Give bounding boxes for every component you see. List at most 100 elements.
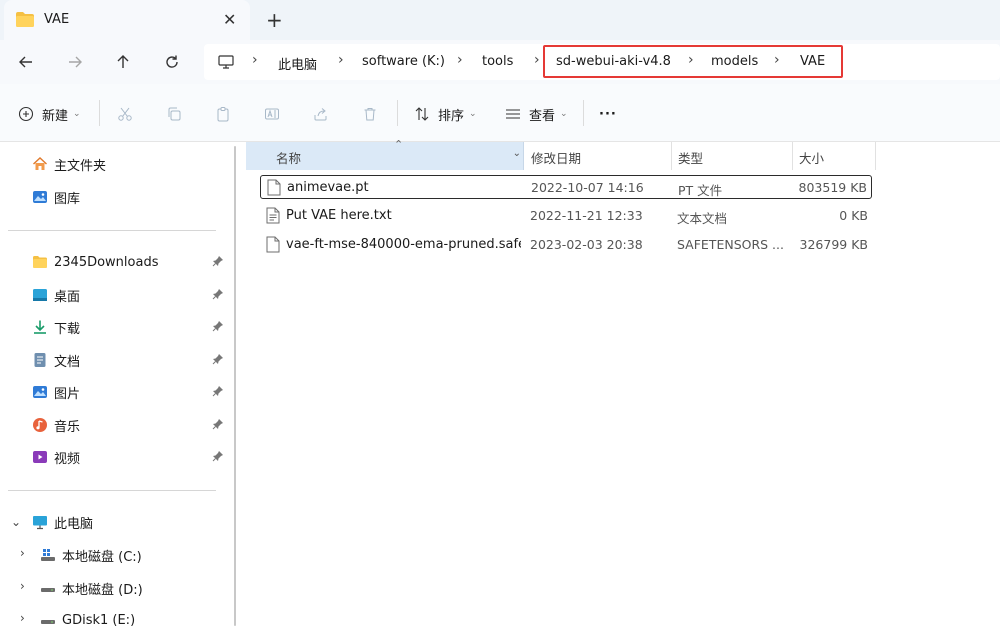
chevron-right-icon[interactable]: › <box>457 52 463 68</box>
scrollbar-thumb[interactable] <box>234 146 236 626</box>
sidebar-item-label: 文档 <box>54 354 81 370</box>
arrow-right-icon <box>69 56 82 68</box>
crumb-software-drive[interactable]: software (K:) <box>362 54 445 69</box>
sidebar-item-gallery[interactable]: 图库 <box>32 187 228 207</box>
text-file-icon <box>266 207 280 224</box>
column-header-modified[interactable]: 修改日期 <box>525 142 671 170</box>
address-row: › 此电脑 › software (K:) › tools › sd-webui… <box>0 40 1000 84</box>
home-icon <box>33 157 47 170</box>
sidebar-item-desktop[interactable]: 桌面 <box>32 285 228 305</box>
sort-button[interactable]: 排序 ⌄ <box>414 104 477 124</box>
share-icon <box>314 108 327 121</box>
pictures-icon <box>33 386 47 398</box>
copy-button[interactable] <box>166 104 182 124</box>
crumb-this-pc[interactable]: 此电脑 <box>278 54 317 73</box>
sidebar-item-label: 2345Downloads <box>54 254 159 270</box>
column-label: 修改日期 <box>531 151 582 166</box>
new-label: 新建 <box>42 108 69 124</box>
file-name: animevae.pt <box>287 180 369 195</box>
chevron-right-icon[interactable]: › <box>20 579 25 593</box>
chevron-right-icon[interactable]: › <box>252 52 258 68</box>
column-header-size[interactable]: 大小 <box>793 142 875 170</box>
crumb-tools[interactable]: tools <box>482 54 513 69</box>
view-label: 查看 <box>529 108 556 124</box>
sidebar-item-drive-c[interactable]: 本地磁盘 (C:) <box>40 545 142 565</box>
chevron-right-icon[interactable]: › <box>338 52 344 68</box>
sidebar-item-pictures[interactable]: 图片 <box>32 382 228 402</box>
new-button[interactable]: 新建 ⌄ <box>18 104 81 124</box>
drive-icon <box>41 588 55 592</box>
tab-title: VAE <box>44 12 70 27</box>
divider <box>8 230 216 231</box>
pin-icon[interactable] <box>212 450 224 462</box>
new-tab-icon[interactable]: + <box>266 8 283 32</box>
sort-label: 排序 <box>438 108 465 124</box>
divider[interactable] <box>875 142 876 170</box>
refresh-button[interactable] <box>158 48 186 76</box>
chevron-down-icon: ⌄ <box>560 109 568 119</box>
paste-button[interactable] <box>215 104 231 124</box>
trash-icon <box>364 108 376 121</box>
pin-icon[interactable] <box>212 255 224 267</box>
view-button[interactable]: 查看 ⌄ <box>505 104 568 124</box>
sidebar-item-label: 本地磁盘 (D:) <box>62 582 143 598</box>
monitor-icon <box>218 55 234 69</box>
sidebar-item-drive-d[interactable]: 本地磁盘 (D:) <box>40 578 143 598</box>
chevron-right-icon[interactable]: › <box>20 546 25 560</box>
file-icon <box>267 179 281 196</box>
column-header-name[interactable]: ⌃ 名称 ⌄ <box>246 138 524 170</box>
chevron-right-icon[interactable]: › <box>534 52 540 68</box>
more-options-button[interactable]: ··· <box>599 104 617 124</box>
pin-icon[interactable] <box>212 320 224 332</box>
chevron-down-icon[interactable]: ⌄ <box>11 515 21 529</box>
delete-button[interactable] <box>362 104 378 124</box>
sort-icon <box>415 107 429 121</box>
file-row[interactable]: animevae.pt 2022-10-07 14:16 PT 文件 80351… <box>260 175 872 199</box>
cut-button[interactable] <box>117 104 133 124</box>
file-row[interactable]: vae-ft-mse-840000-ema-pruned.safet... 20… <box>260 233 872 257</box>
sidebar-item-home[interactable]: 主文件夹 <box>32 154 228 174</box>
sidebar-item-downloads[interactable]: 下载 <box>32 317 228 337</box>
scissors-icon <box>118 107 132 121</box>
desktop-icon <box>33 289 47 301</box>
chevron-down-icon[interactable]: ⌄ <box>513 148 521 159</box>
pin-icon[interactable] <box>212 288 224 300</box>
rename-icon <box>265 108 279 120</box>
sidebar-item-documents[interactable]: 文档 <box>32 350 228 370</box>
chevron-down-icon: ⌄ <box>73 109 81 119</box>
file-list: ⌃ 名称 ⌄ 修改日期 类型 大小 animevae.pt 2022-10-07… <box>244 138 1000 634</box>
sidebar-item-label: 主文件夹 <box>54 158 107 174</box>
back-button[interactable] <box>12 48 40 76</box>
highlight-annotation <box>543 45 843 78</box>
download-icon <box>34 320 46 334</box>
navigation-pane: 主文件夹 图库 2345Downloads 桌面 下载 文档 图片 音乐 视频 <box>0 142 230 634</box>
column-header-type[interactable]: 类型 <box>672 142 792 170</box>
sidebar-item-label: GDisk1 (E:) <box>62 612 136 628</box>
sidebar-item-label: 图库 <box>54 191 81 207</box>
close-tab-icon[interactable]: ✕ <box>223 10 236 29</box>
pin-icon[interactable] <box>212 353 224 365</box>
share-button[interactable] <box>313 104 329 124</box>
sidebar-item-videos[interactable]: 视频 <box>32 447 228 467</box>
pin-icon[interactable] <box>212 418 224 430</box>
command-bar: 新建 ⌄ 排序 ⌄ 查看 ⌄ ··· <box>0 84 1000 142</box>
sidebar-scrollbar[interactable] <box>232 142 242 634</box>
sidebar-item-label: 下载 <box>54 321 81 337</box>
monitor-icon <box>33 516 47 530</box>
sidebar-item-drive-e[interactable]: GDisk1 (E:) <box>40 610 135 630</box>
arrow-up-icon <box>117 55 129 68</box>
forward-button[interactable] <box>61 48 89 76</box>
sidebar-item-2345downloads[interactable]: 2345Downloads <box>32 252 228 272</box>
pin-icon[interactable] <box>212 385 224 397</box>
column-label: 大小 <box>799 151 825 166</box>
file-row[interactable]: Put VAE here.txt 2022-11-21 12:33 文本文档 0… <box>260 204 872 228</box>
up-button[interactable] <box>109 48 137 76</box>
tab-vae[interactable]: VAE ✕ <box>4 0 250 40</box>
chevron-right-icon[interactable]: › <box>20 611 25 625</box>
sidebar-item-music[interactable]: 音乐 <box>32 415 228 435</box>
folder-icon <box>33 256 47 268</box>
file-size: 326799 KB <box>799 237 868 252</box>
rename-button[interactable] <box>264 104 280 124</box>
arrow-left-icon <box>19 56 32 68</box>
sidebar-item-this-pc[interactable]: 此电脑 <box>32 512 228 532</box>
